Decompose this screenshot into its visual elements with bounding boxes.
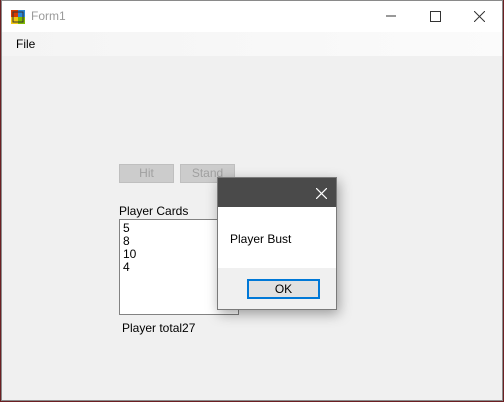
menu-bar: File bbox=[2, 32, 502, 56]
minimize-icon bbox=[385, 15, 396, 17]
message-dialog: Player Bust OK bbox=[217, 177, 337, 310]
ok-button[interactable]: OK bbox=[247, 279, 320, 299]
app-icon bbox=[11, 10, 25, 24]
dialog-close-button[interactable] bbox=[312, 184, 330, 202]
close-icon bbox=[315, 187, 327, 199]
maximize-icon bbox=[430, 10, 441, 22]
close-button[interactable] bbox=[457, 1, 502, 31]
title-bar[interactable]: Form1 bbox=[2, 1, 502, 32]
minimize-button[interactable] bbox=[368, 1, 413, 31]
player-cards-label: Player Cards bbox=[119, 204, 189, 218]
dialog-body: Player Bust bbox=[218, 207, 336, 268]
main-window: Form1 File Hit Stand Player Cards 5 8 10… bbox=[1, 0, 503, 401]
menu-file[interactable]: File bbox=[16, 37, 35, 51]
hit-button[interactable]: Hit bbox=[119, 164, 174, 183]
dialog-title-bar[interactable] bbox=[218, 178, 336, 207]
maximize-button[interactable] bbox=[413, 1, 458, 31]
window-title: Form1 bbox=[31, 9, 66, 23]
dialog-message: Player Bust bbox=[230, 232, 292, 246]
player-total-label: Player total27 bbox=[122, 321, 196, 335]
close-icon bbox=[474, 10, 485, 22]
